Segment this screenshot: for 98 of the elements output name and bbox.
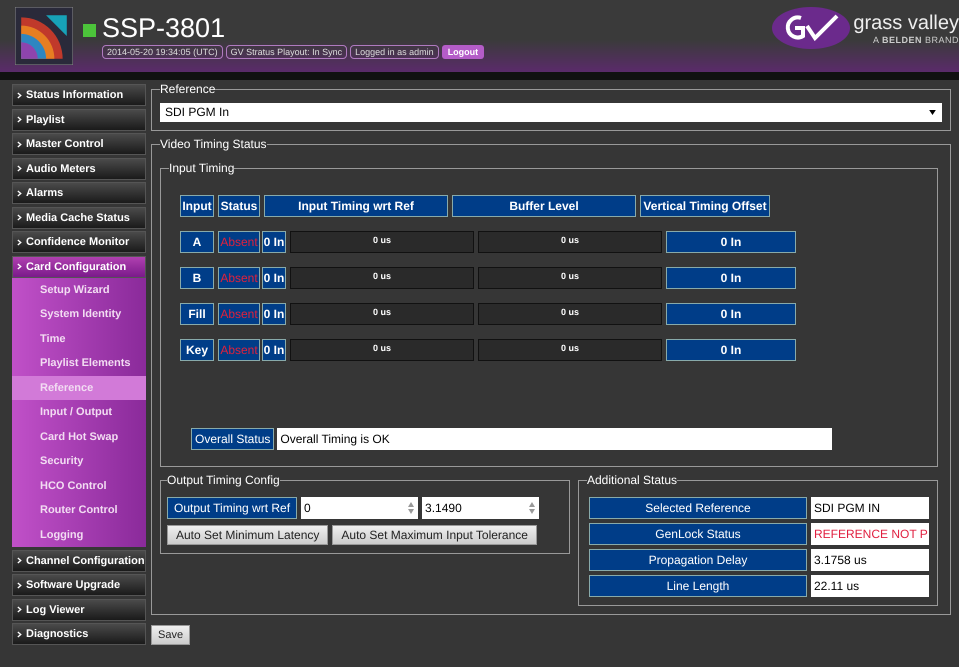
sidebar-item[interactable]: Media Cache Status [12, 206, 146, 228]
timing-cell: 0 us [290, 303, 474, 325]
panel-legend: Additional Status [587, 473, 678, 487]
status-pill: GV Stratus Playout: In Sync [226, 45, 348, 59]
status-cell: Absent [218, 303, 260, 325]
panel-legend: Input Timing [169, 161, 234, 175]
sidebar-subitem[interactable]: System Identity [12, 302, 146, 326]
status-value: SDI PGM IN [811, 497, 929, 519]
sidebar-subitem[interactable]: HCO Control [12, 474, 146, 498]
status-value: REFERENCE NOT P [811, 523, 929, 545]
sidebar-item[interactable]: Software Upgrade [12, 574, 146, 596]
status-value: 22.11 us [811, 575, 929, 597]
status-label: Selected Reference [589, 497, 807, 519]
number-field[interactable]: 3.1490 [422, 497, 540, 519]
chevron-icon [17, 582, 22, 588]
lines-cell: 0 In [262, 231, 286, 253]
column-header: Vertical Timing Offset [640, 195, 770, 217]
chevron-icon [17, 165, 22, 172]
lines-cell: 0 In [262, 339, 286, 361]
sidebar-item[interactable]: Playlist [12, 108, 146, 130]
chevron-icon [17, 238, 22, 246]
status-label: Line Length [589, 575, 807, 597]
sidebar-subitem[interactable]: Setup Wizard [12, 278, 146, 302]
auto-set-button[interactable]: Auto Set Minimum Latency [167, 525, 328, 545]
output-timing-label: Output Timing wrt Ref [167, 497, 298, 519]
status-cell: Absent [218, 339, 260, 361]
input-label: Key [180, 339, 214, 361]
brand-logo-icon [771, 6, 852, 50]
buffer-cell: 0 us [478, 231, 662, 253]
status-value: 3.1758 us [811, 549, 929, 571]
status-square-icon [83, 24, 96, 36]
sidebar-item[interactable]: Master Control [12, 133, 146, 155]
lines-cell: 0 In [262, 267, 286, 289]
input-label: Fill [180, 303, 214, 325]
sidebar-subitem[interactable]: Security [12, 449, 146, 474]
spinner-arrows-icon [408, 502, 414, 514]
sidebar-item[interactable]: Alarms [12, 182, 146, 204]
spinner-arrows-icon [529, 502, 536, 514]
number-field[interactable]: 0 [301, 497, 418, 519]
sidebar-subitem[interactable]: Input / Output [12, 400, 146, 424]
panel-legend: Video Timing Status [160, 137, 267, 151]
logout-button[interactable]: Logout [442, 45, 484, 59]
sidebar-item[interactable]: Confidence Monitor [12, 231, 146, 253]
chevron-icon [17, 92, 22, 98]
sidebar-item[interactable]: Card Configuration [12, 256, 146, 278]
offset-cell: 0 In [666, 339, 796, 361]
sidebar-subitem[interactable]: Time [12, 326, 146, 351]
fan-logo-icon [15, 7, 73, 65]
save-button[interactable]: Save [151, 625, 190, 645]
sidebar-subitem[interactable]: Playlist Elements [12, 351, 146, 376]
timing-cell: 0 us [290, 339, 474, 361]
sidebar-item[interactable]: Audio Meters [12, 158, 146, 180]
chevron-icon [17, 140, 22, 148]
chevron-icon [17, 190, 22, 196]
status-label: Propagation Delay [589, 549, 807, 571]
sidebar-subitem[interactable]: Logging [12, 522, 146, 547]
chevron-icon [17, 630, 22, 638]
chevron-icon [17, 263, 22, 270]
brand-tagline: A BELDEN BRAND [872, 34, 959, 44]
offset-cell: 0 In [666, 231, 796, 253]
status-cell: Absent [218, 231, 260, 253]
reference-dropdown[interactable]: SDI PGM In [160, 103, 942, 122]
panel-legend: Reference [160, 82, 216, 96]
timing-cell: 0 us [290, 231, 474, 253]
chevron-icon [17, 214, 22, 221]
input-label: B [180, 267, 214, 289]
chevron-icon [17, 116, 22, 123]
buffer-cell: 0 us [478, 303, 662, 325]
column-header: Buffer Level [452, 195, 636, 217]
status-cell: Absent [218, 267, 260, 289]
chevron-icon [17, 557, 22, 564]
sidebar-subitem[interactable]: Card Hot Swap [12, 424, 146, 449]
lines-cell: 0 In [262, 303, 286, 325]
column-header: Input Timing wrt Ref [264, 195, 448, 217]
panel-legend: Output Timing Config [167, 473, 280, 487]
buffer-cell: 0 us [478, 267, 662, 289]
overall-status-field: Overall Timing is OK [277, 428, 832, 450]
sidebar-item[interactable]: Log Viewer [12, 598, 146, 620]
buffer-cell: 0 us [478, 339, 662, 361]
offset-cell: 0 In [666, 303, 796, 325]
input-label: A [180, 231, 214, 253]
status-pill: Logged in as admin [350, 45, 439, 59]
column-header: Status [218, 195, 260, 217]
status-pill: 2014-05-20 19:34:05 (UTC) [102, 45, 223, 59]
chevron-icon [17, 606, 22, 613]
column-header: Input [180, 195, 214, 217]
sidebar-subitem[interactable]: Router Control [12, 498, 146, 522]
overall-status-label: Overall Status [191, 428, 274, 450]
status-label: GenLock Status [589, 523, 807, 545]
sidebar-item[interactable]: Channel Configuration [12, 550, 146, 572]
offset-cell: 0 In [666, 267, 796, 289]
device-title: SSP-3801 [102, 13, 226, 43]
timing-cell: 0 us [290, 267, 474, 289]
sidebar-item[interactable]: Status Information [12, 84, 146, 106]
dropdown-arrow-icon [929, 110, 936, 115]
brand-name: grass valley [853, 12, 959, 34]
auto-set-button[interactable]: Auto Set Maximum Input Tolerance [332, 525, 537, 545]
sidebar-item[interactable]: Diagnostics [12, 623, 146, 645]
